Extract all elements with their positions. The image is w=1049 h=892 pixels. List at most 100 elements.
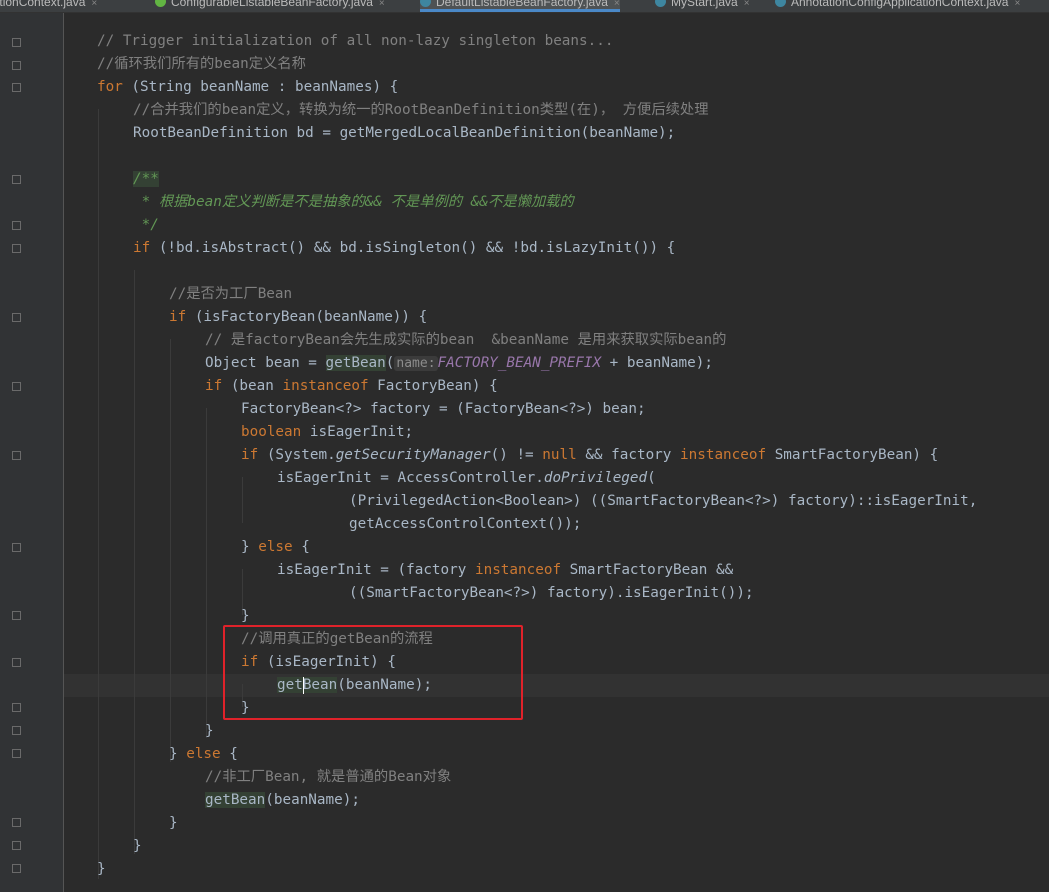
code-line[interactable]: /**	[133, 168, 159, 191]
code-text: isEagerInit = AccessController.	[277, 470, 544, 486]
code-line[interactable]: }	[133, 835, 142, 858]
keyword: else	[186, 746, 221, 762]
code-text: (beanName);	[265, 792, 360, 808]
close-icon[interactable]: ×	[614, 0, 620, 9]
fold-marker-icon[interactable]	[12, 244, 21, 253]
tab-label: ApplicationContext.java	[0, 0, 86, 9]
code-line[interactable]: RootBeanDefinition bd = getMergedLocalBe…	[133, 122, 675, 145]
code-line[interactable]: ((SmartFactoryBean<?>) factory).isEagerI…	[349, 582, 754, 605]
code-line[interactable]: }	[205, 720, 214, 743]
tab-0[interactable]: ApplicationContext.java ×	[0, 0, 97, 12]
comment: //是否为工厂Bean	[169, 286, 293, 302]
close-icon[interactable]: ×	[91, 0, 97, 9]
fold-marker-icon[interactable]	[12, 221, 21, 230]
code-editor[interactable]: // Trigger initialization of all non-laz…	[64, 13, 1049, 892]
code-line[interactable]: }	[97, 858, 106, 881]
code-line[interactable]: isEagerInit = AccessController.doPrivile…	[277, 467, 656, 490]
code-line[interactable]: //非工厂Bean, 就是普通的Bean对象	[205, 766, 451, 789]
keyword: boolean	[241, 424, 302, 440]
keyword: if	[133, 240, 151, 256]
fold-marker-icon[interactable]	[12, 175, 21, 184]
keyword: else	[258, 539, 293, 555]
tab-label: AnnotationConfigApplicationContext.java	[791, 0, 1009, 9]
code-line[interactable]: if (isFactoryBean(beanName)) {	[169, 306, 427, 329]
code-line[interactable]: */	[133, 214, 159, 237]
code-text: {	[220, 746, 238, 762]
code-text: FactoryBean) {	[368, 378, 498, 394]
code-line[interactable]: getBean(beanName);	[205, 789, 360, 812]
tab-4[interactable]: AnnotationConfigApplicationContext.java ×	[775, 0, 1020, 12]
code-text: }	[205, 723, 214, 739]
close-icon[interactable]: ×	[379, 0, 385, 9]
keyword: if	[205, 378, 223, 394]
fold-marker-icon[interactable]	[12, 726, 21, 735]
fold-marker-icon[interactable]	[12, 749, 21, 758]
tab-2[interactable]: DefaultListableBeanFactory.java ×	[420, 0, 620, 12]
fold-marker-icon[interactable]	[12, 864, 21, 873]
tab-1[interactable]: ConfigurableListableBeanFactory.java ×	[155, 0, 385, 12]
keyword: instanceof	[282, 378, 369, 394]
code-line[interactable]: isEagerInit = (factory instanceof SmartF…	[277, 559, 733, 582]
code-line[interactable]: //循环我们所有的bean定义名称	[97, 53, 306, 76]
code-text: isEagerInit = (factory	[277, 562, 475, 578]
fold-marker-icon[interactable]	[12, 382, 21, 391]
static-method: doPrivileged	[543, 470, 648, 486]
tab-label: ConfigurableListableBeanFactory.java	[171, 0, 373, 9]
fold-marker-icon[interactable]	[12, 313, 21, 322]
code-text: }	[169, 746, 187, 762]
fold-marker-icon[interactable]	[12, 83, 21, 92]
code-text: }	[97, 861, 106, 877]
comment: // Trigger initialization of all non-laz…	[97, 33, 614, 49]
code-line[interactable]: Object bean = getBean(name: FACTORY_BEAN_…	[205, 352, 713, 375]
code-line[interactable]: boolean isEagerInit;	[241, 421, 413, 444]
method-call: getBean	[325, 355, 386, 371]
close-icon[interactable]: ×	[1014, 0, 1020, 9]
fold-marker-icon[interactable]	[12, 841, 21, 850]
code-line[interactable]: for (String beanName : beanNames) {	[97, 76, 398, 99]
doc-comment: * 根据bean定义判断是不是抽象的&& 不是单例的 &&不是懒加载的	[133, 194, 574, 210]
fold-marker-icon[interactable]	[12, 543, 21, 552]
code-text: (PrivilegedAction<Boolean>) ((SmartFacto…	[349, 493, 978, 509]
code-line[interactable]: //是否为工厂Bean	[169, 283, 292, 306]
code-line[interactable]: //合并我们的bean定义，转换为统一的RootBeanDefinition类型…	[133, 99, 709, 122]
code-line[interactable]: }	[169, 812, 178, 835]
code-line[interactable]: } else {	[169, 743, 238, 766]
close-icon[interactable]: ×	[744, 0, 750, 9]
code-line[interactable]: if (System.getSecurityManager() != null …	[241, 444, 938, 467]
comment: // 是factoryBean会先生成实际的bean &beanName 是用来…	[205, 332, 727, 348]
code-line[interactable]: if (bean instanceof FactoryBean) {	[205, 375, 498, 398]
code-line[interactable]: (PrivilegedAction<Boolean>) ((SmartFacto…	[349, 490, 977, 513]
keyword: if	[241, 447, 259, 463]
code-line[interactable]: // 是factoryBean会先生成实际的bean &beanName 是用来…	[205, 329, 726, 352]
class-icon	[775, 0, 786, 8]
code-line[interactable]: * 根据bean定义判断是不是抽象的&& 不是单例的 &&不是懒加载的	[133, 191, 574, 214]
fold-marker-icon[interactable]	[12, 38, 21, 47]
code-text: ((SmartFactoryBean<?>) factory).isEagerI…	[349, 585, 754, 601]
code-line[interactable]: // Trigger initialization of all non-laz…	[97, 30, 613, 53]
class-icon	[420, 0, 431, 8]
code-line[interactable]: } else {	[241, 536, 310, 559]
code-text: }	[241, 539, 259, 555]
keyword: for	[97, 79, 123, 95]
code-text: SmartFactoryBean) {	[766, 447, 939, 463]
code-line[interactable]: FactoryBean<?> factory = (FactoryBean<?>…	[241, 398, 646, 421]
comment: //合并我们的bean定义，转换为统一的RootBeanDefinition类型…	[133, 102, 709, 118]
fold-marker-icon[interactable]	[12, 451, 21, 460]
fold-marker-icon[interactable]	[12, 658, 21, 667]
code-text: (String beanName : beanNames) {	[122, 79, 399, 95]
tab-label: MyStart.java	[671, 0, 738, 9]
code-line[interactable]: if (!bd.isAbstract() && bd.isSingleton()…	[133, 237, 675, 260]
code-text: isEagerInit;	[301, 424, 414, 440]
fold-marker-icon[interactable]	[12, 611, 21, 620]
fold-marker-icon[interactable]	[12, 61, 21, 70]
code-text: + beanName);	[601, 355, 713, 371]
fold-marker-icon[interactable]	[12, 818, 21, 827]
tab-3[interactable]: MyStart.java ×	[655, 0, 750, 12]
code-text: (isFactoryBean(beanName)) {	[186, 309, 428, 325]
code-text: && factory	[576, 447, 681, 463]
code-line[interactable]: getAccessControlContext());	[349, 513, 581, 536]
keyword: null	[542, 447, 577, 463]
keyword: if	[169, 309, 187, 325]
fold-marker-icon[interactable]	[12, 703, 21, 712]
method-call: getBean	[205, 792, 266, 808]
